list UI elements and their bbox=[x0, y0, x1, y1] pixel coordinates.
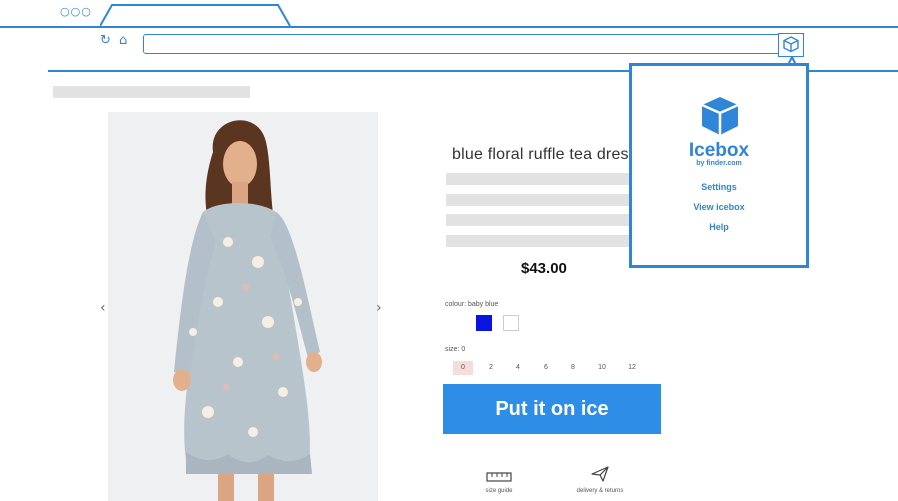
window-controls: ○○○ bbox=[60, 5, 92, 18]
popup-link-view-icebox[interactable]: View icebox bbox=[629, 202, 809, 212]
popup-link-settings[interactable]: Settings bbox=[629, 182, 809, 192]
size-option-2[interactable]: 2 bbox=[481, 361, 501, 375]
size-option-8[interactable]: 8 bbox=[563, 361, 583, 375]
popup-byline: by finder.com bbox=[696, 160, 742, 167]
icebox-extension-button[interactable] bbox=[778, 33, 804, 57]
colour-label: colour: baby blue bbox=[445, 301, 499, 308]
browser-tab[interactable] bbox=[100, 4, 292, 27]
delivery-returns-label[interactable]: delivery & returns bbox=[562, 488, 638, 494]
description-placeholder-1 bbox=[446, 173, 650, 185]
image-prev-arrow[interactable]: ‹ bbox=[100, 300, 106, 316]
size-option-10[interactable]: 10 bbox=[592, 361, 612, 375]
ruler-icon[interactable] bbox=[486, 472, 512, 482]
cube-icon bbox=[783, 36, 799, 53]
put-it-on-ice-button[interactable]: Put it on ice bbox=[443, 384, 661, 434]
size-option-12[interactable]: 12 bbox=[622, 361, 642, 375]
home-icon[interactable]: ⌂ bbox=[119, 33, 127, 48]
icebox-logo-icon bbox=[701, 97, 739, 135]
description-placeholder-2 bbox=[446, 194, 650, 206]
description-placeholder-3 bbox=[446, 214, 650, 226]
product-image bbox=[108, 112, 378, 501]
description-placeholder-4 bbox=[446, 235, 650, 247]
size-option-0[interactable]: 0 bbox=[453, 361, 473, 375]
size-label: size: 0 bbox=[445, 346, 466, 353]
popup-link-help[interactable]: Help bbox=[629, 222, 809, 232]
address-bar[interactable] bbox=[143, 34, 783, 54]
paper-plane-icon[interactable] bbox=[591, 466, 609, 482]
tab-strip-line bbox=[0, 26, 898, 28]
colour-swatch-blue[interactable] bbox=[476, 315, 492, 331]
product-title: blue floral ruffle tea dress bbox=[452, 146, 637, 163]
size-guide-label[interactable]: size guide bbox=[470, 488, 528, 494]
size-option-4[interactable]: 4 bbox=[508, 361, 528, 375]
size-option-6[interactable]: 6 bbox=[536, 361, 556, 375]
product-price: $43.00 bbox=[521, 260, 567, 277]
reload-icon[interactable]: ↻ bbox=[100, 33, 111, 48]
breadcrumb-placeholder bbox=[53, 86, 250, 98]
model-photo bbox=[108, 112, 378, 501]
image-next-arrow[interactable]: › bbox=[376, 300, 382, 316]
popup-brand: Icebox bbox=[688, 140, 750, 161]
colour-swatch-white[interactable] bbox=[503, 315, 519, 331]
